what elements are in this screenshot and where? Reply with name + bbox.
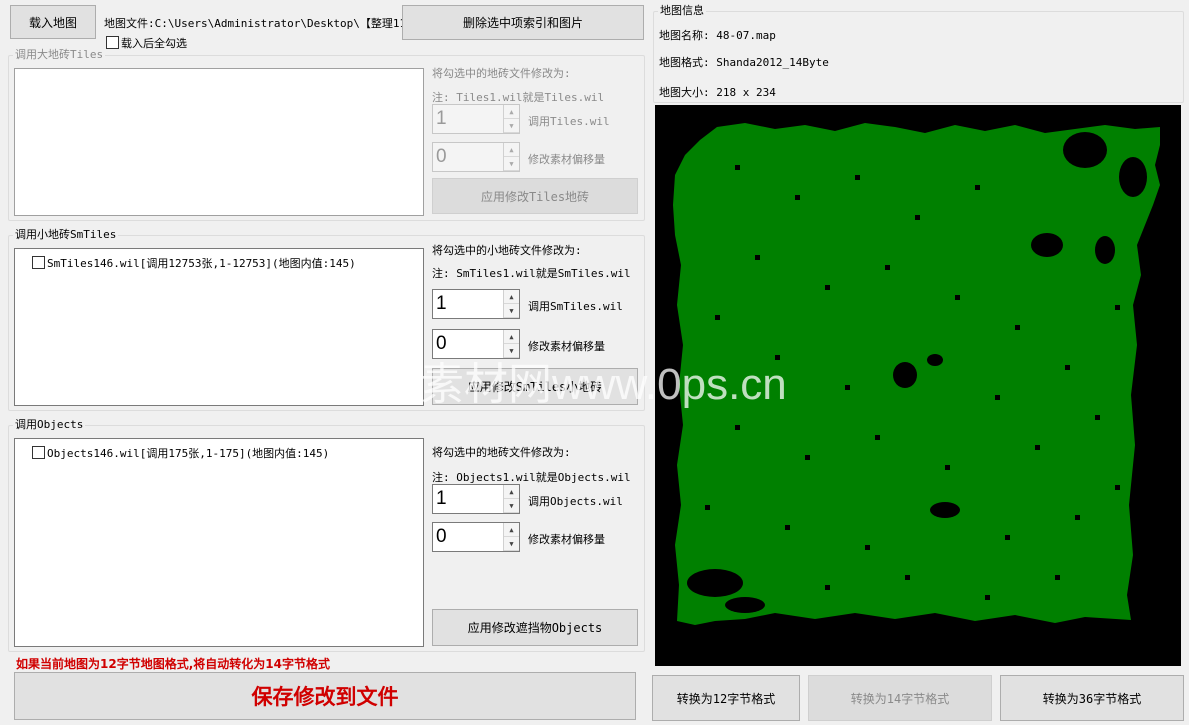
list-item[interactable]: SmTiles146.wil[调用12753张,1-12753](地图内值:14… [32, 255, 356, 271]
load-map-button[interactable]: 载入地图 [10, 5, 96, 39]
convert-12byte-button[interactable]: 转换为12字节格式 [652, 675, 800, 721]
map-name: 地图名称: 48-07.map [659, 27, 776, 43]
smtiles-file-value: 1 [436, 293, 447, 314]
convert-14byte-button[interactable]: 转换为14字节格式 [808, 675, 992, 721]
map-size-label: 地图大小: [659, 86, 710, 99]
tiles-group-title: 调用大地砖Tiles [13, 48, 106, 62]
apply-objects-button[interactable]: 应用修改遮挡物Objects [432, 609, 638, 646]
objects-list[interactable]: Objects146.wil[调用175张,1-175](地图内值:145) [14, 438, 424, 647]
spin-down-icon[interactable]: ▼ [504, 157, 519, 171]
map-file-value: C:\Users\Administrator\Desktop\【整理11】 [154, 17, 418, 30]
tiles-file-label: 调用Tiles.wil [528, 115, 610, 128]
spin-down-icon[interactable]: ▼ [504, 537, 519, 551]
objects-offset-label: 修改素材偏移量 [528, 533, 605, 546]
spin-up-icon[interactable]: ▲ [504, 143, 519, 157]
map-size: 地图大小: 218 x 234 [659, 84, 776, 100]
list-item-label: Objects146.wil[调用175张,1-175](地图内值:145) [47, 447, 330, 460]
list-item-label: SmTiles146.wil[调用12753张,1-12753](地图内值:14… [47, 257, 356, 270]
checkbox-box[interactable] [32, 256, 45, 269]
tiles-modify-label: 将勾选中的地砖文件修改为: [432, 67, 571, 80]
map-size-value: 218 x 234 [716, 86, 776, 99]
tiles-file-value: 1 [436, 108, 447, 129]
spin-down-icon[interactable]: ▼ [504, 499, 519, 513]
map-name-label: 地图名称: [659, 29, 710, 42]
checkbox-box[interactable] [106, 36, 119, 49]
objects-modify-label: 将勾选中的地砖文件修改为: [432, 446, 571, 459]
objects-file-stepper[interactable]: 1 ▲ ▼ [432, 484, 520, 514]
spin-up-icon[interactable]: ▲ [504, 330, 519, 344]
objects-group-title: 调用Objects [13, 418, 86, 432]
map-file-path: 地图文件:C:\Users\Administrator\Desktop\【整理1… [104, 15, 417, 31]
apply-tiles-button[interactable]: 应用修改Tiles地砖 [432, 178, 638, 214]
smtiles-list[interactable]: SmTiles146.wil[调用12753张,1-12753](地图内值:14… [14, 248, 424, 406]
select-all-after-load-label: 载入后全勾选 [121, 37, 187, 50]
smtiles-file-label: 调用SmTiles.wil [528, 300, 623, 313]
tiles-note: 注: Tiles1.wil就是Tiles.wil [432, 91, 605, 104]
tiles-offset-stepper[interactable]: 0 ▲ ▼ [432, 142, 520, 172]
spin-up-icon[interactable]: ▲ [504, 290, 519, 304]
smtiles-file-stepper[interactable]: 1 ▲ ▼ [432, 289, 520, 319]
checkbox-box[interactable] [32, 446, 45, 459]
smtiles-note: 注: SmTiles1.wil就是SmTiles.wil [432, 267, 631, 280]
spin-up-icon[interactable]: ▲ [504, 485, 519, 499]
format-warning: 如果当前地图为12字节地图格式,将自动转化为14字节格式 [16, 657, 330, 671]
map-file-label: 地图文件: [104, 17, 155, 30]
map-name-value: 48-07.map [716, 29, 776, 42]
objects-note: 注: Objects1.wil就是Objects.wil [432, 471, 631, 484]
objects-offset-stepper[interactable]: 0 ▲ ▼ [432, 522, 520, 552]
select-all-after-load-checkbox[interactable]: 载入后全勾选 [106, 35, 187, 51]
spin-down-icon[interactable]: ▼ [504, 119, 519, 133]
map-format: 地图格式: Shanda2012_14Byte [659, 54, 829, 70]
save-button[interactable]: 保存修改到文件 [14, 672, 636, 720]
spin-up-icon[interactable]: ▲ [504, 523, 519, 537]
list-item[interactable]: Objects146.wil[调用175张,1-175](地图内值:145) [32, 445, 329, 461]
tiles-list[interactable] [14, 68, 424, 216]
tiles-file-stepper[interactable]: 1 ▲ ▼ [432, 104, 520, 134]
objects-offset-value: 0 [436, 526, 447, 547]
objects-file-value: 1 [436, 488, 447, 509]
delete-selected-button[interactable]: 删除选中项索引和图片 [402, 5, 644, 40]
map-info-title: 地图信息 [658, 4, 706, 18]
spin-up-icon[interactable]: ▲ [504, 105, 519, 119]
smtiles-group-title: 调用小地砖SmTiles [13, 228, 119, 242]
map-format-value: Shanda2012_14Byte [716, 56, 829, 69]
map-format-label: 地图格式: [659, 56, 710, 69]
watermark: 素材网www.0ps.cn [420, 360, 787, 409]
smtiles-modify-label: 将勾选中的小地砖文件修改为: [432, 244, 582, 257]
objects-file-label: 调用Objects.wil [528, 495, 623, 508]
tiles-offset-value: 0 [436, 146, 447, 167]
spin-down-icon[interactable]: ▼ [504, 304, 519, 318]
convert-36byte-button[interactable]: 转换为36字节格式 [1000, 675, 1184, 721]
tiles-offset-label: 修改素材偏移量 [528, 153, 605, 166]
